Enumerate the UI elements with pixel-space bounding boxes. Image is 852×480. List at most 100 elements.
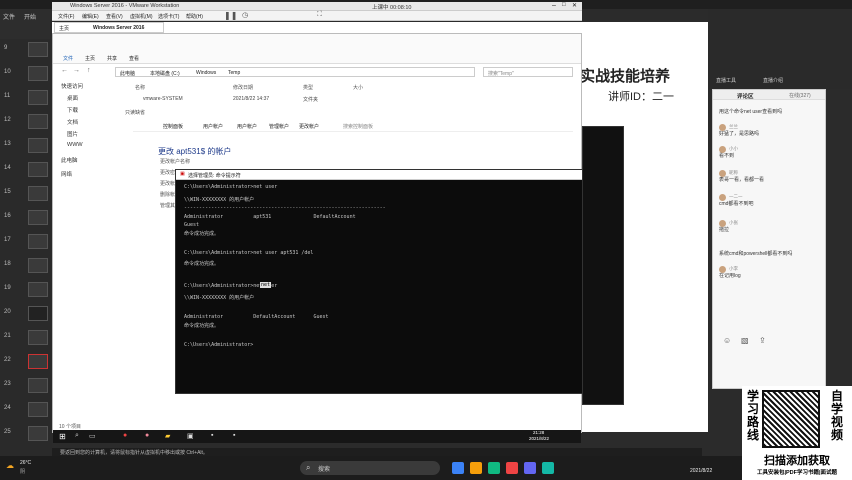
comment-item: 系统cmd和powershell都看不到吗 xyxy=(719,251,793,257)
powerpoint-icon[interactable] xyxy=(506,462,518,474)
back-arrow-icon[interactable]: ← xyxy=(61,67,68,74)
menu-help[interactable]: 帮助(H) xyxy=(186,13,203,20)
tab-home[interactable]: 主页 xyxy=(59,25,69,32)
folder-icon[interactable]: ▰ xyxy=(165,432,170,440)
host-menu-file[interactable]: 文件 xyxy=(3,12,15,21)
nav-this-pc[interactable]: 此电脑 xyxy=(61,156,78,164)
column-header-date[interactable]: 修改日期 xyxy=(233,84,253,91)
cp-link[interactable]: 更改帐户名称 xyxy=(160,158,190,165)
cmd-taskbar-icon[interactable]: ▪ xyxy=(211,432,213,439)
menu-file[interactable]: 文件(F) xyxy=(58,13,74,20)
forward-arrow-icon[interactable]: → xyxy=(73,67,80,74)
app-icon[interactable]: ▣ xyxy=(187,432,194,440)
slide-thumbnail[interactable] xyxy=(28,330,48,345)
taskbar-search-input[interactable]: ⌕ 搜索 xyxy=(300,461,440,475)
nav-network[interactable]: 网络 xyxy=(61,170,72,178)
breadcrumb-item[interactable]: 此电脑 xyxy=(120,70,135,77)
app-icon[interactable] xyxy=(488,462,500,474)
column-header-size[interactable]: 大小 xyxy=(353,84,363,91)
address-bar[interactable]: 此电脑 本地磁盘 (C:) Windows Temp xyxy=(115,67,475,77)
menu-view[interactable]: 查看(V) xyxy=(106,13,123,20)
slide-thumbnail[interactable] xyxy=(28,234,48,249)
ribbon-tab-share[interactable]: 共享 xyxy=(107,55,117,62)
fullscreen-icon[interactable]: ⛶ xyxy=(317,11,322,19)
slide-thumbnail[interactable] xyxy=(28,138,48,153)
browser-icon[interactable] xyxy=(452,462,464,474)
cp-breadcrumb[interactable]: 用户帐户 xyxy=(203,123,223,130)
nav-desktop[interactable]: 桌面 xyxy=(67,94,78,102)
host-menu-start[interactable]: 开始 xyxy=(24,12,36,21)
stream-tab-intro[interactable]: 直播介绍 xyxy=(763,77,783,84)
column-header-type[interactable]: 类型 xyxy=(303,84,313,91)
column-header-name[interactable]: 名称 xyxy=(135,84,145,91)
windows-start-icon[interactable]: ⊞ xyxy=(59,432,66,441)
folder-icon[interactable] xyxy=(470,462,482,474)
vmware-icon[interactable] xyxy=(524,462,536,474)
app-icon[interactable] xyxy=(542,462,554,474)
emoji-icon[interactable]: ☺ xyxy=(723,336,731,345)
nav-documents[interactable]: 文档 xyxy=(67,118,78,126)
cp-breadcrumb[interactable]: 控制面板 xyxy=(163,123,183,130)
ribbon-tab-file[interactable]: 文件 xyxy=(63,55,73,62)
cp-breadcrumb[interactable]: 管理帐户 xyxy=(269,123,289,130)
promo-cta: 扫描添加获取 xyxy=(764,455,830,467)
snapshot-icon[interactable]: ◷ xyxy=(242,11,248,19)
cmd-prompt[interactable]: C:\Users\Administrator> xyxy=(184,342,253,348)
tab-vm[interactable]: Windows Server 2016 xyxy=(93,25,144,31)
cp-breadcrumb[interactable]: 更改帐户 xyxy=(299,123,319,130)
slide-thumbnail[interactable] xyxy=(28,378,48,393)
up-arrow-icon[interactable]: ↑ xyxy=(87,67,91,74)
menu-edit[interactable]: 编辑(E) xyxy=(82,13,99,20)
slide-thumbnail[interactable] xyxy=(28,258,48,273)
nav-quick-access[interactable]: 快速访问 xyxy=(61,82,83,90)
ribbon-tab-view[interactable]: 查看 xyxy=(129,55,139,62)
vm-screen[interactable]: 文件 主页 共享 查看 ← → ↑ 此电脑 本地磁盘 (C:) Windows … xyxy=(52,33,583,443)
file-name-cell[interactable]: vmware-SYSTEM xyxy=(143,96,183,102)
chrome-icon[interactable]: ● xyxy=(123,432,127,439)
menu-tabs[interactable]: 选项卡(T) xyxy=(158,13,179,20)
cmd-line: Administrator apt531 DefaultAccount xyxy=(184,214,356,220)
share-icon[interactable]: ⇪ xyxy=(759,336,766,345)
maximize-icon[interactable]: □ xyxy=(562,2,566,8)
app-icon[interactable]: ● xyxy=(145,432,149,439)
cp-breadcrumb[interactable]: 用户帐户 xyxy=(237,123,257,130)
slide-thumbnail[interactable] xyxy=(28,90,48,105)
slide-thumbnail[interactable] xyxy=(28,210,48,225)
nav-pictures[interactable]: 图片 xyxy=(67,130,78,138)
image-icon[interactable]: ▧ xyxy=(741,336,749,345)
pause-icon[interactable]: ❚❚ xyxy=(224,11,237,20)
nav-www[interactable]: WWW xyxy=(67,142,83,148)
qr-code xyxy=(762,390,820,448)
menu-vm[interactable]: 虚拟机(M) xyxy=(130,13,153,20)
host-ribbon: 文件 开始 xyxy=(0,9,50,39)
breadcrumb-item[interactable]: Windows xyxy=(196,70,216,76)
slide-thumbnail[interactable] xyxy=(28,402,48,417)
cmd-window[interactable]: ▣ 选择管理员: 命令提示符 C:\Users\Administrator>ne… xyxy=(175,169,583,394)
slide-thumbnail[interactable] xyxy=(28,162,48,177)
minimize-icon[interactable]: – xyxy=(552,2,556,9)
app-icon[interactable]: ▪ xyxy=(233,432,235,439)
slide-thumbnail-selected[interactable] xyxy=(28,354,48,369)
cmd-line: \\WIN-XXXXXXXX 的用户帐户 xyxy=(184,197,255,203)
slide-thumbnail[interactable] xyxy=(28,66,48,81)
cmd-line: 命令成功完成。 xyxy=(184,261,220,267)
stream-tab-tools[interactable]: 直播工具 xyxy=(716,77,736,84)
ribbon-tab-home[interactable]: 主页 xyxy=(85,55,95,62)
slide-thumbnail[interactable] xyxy=(28,186,48,201)
slide-thumbnail[interactable] xyxy=(28,282,48,297)
search-icon[interactable]: ⌕ xyxy=(75,432,79,440)
weather-icon[interactable]: ☁ xyxy=(6,461,14,470)
task-view-icon[interactable]: ▭ xyxy=(89,432,96,440)
slide-thumbnail[interactable] xyxy=(28,114,48,129)
cp-search-input[interactable]: 搜索控制面板 xyxy=(343,123,373,130)
slide-thumbnail[interactable] xyxy=(28,426,48,441)
breadcrumb-item[interactable]: Temp xyxy=(228,70,240,76)
nav-downloads[interactable]: 下载 xyxy=(67,106,78,114)
slide-number: 15 xyxy=(4,189,11,195)
slide-thumbnail[interactable] xyxy=(28,306,48,321)
explorer-search-input[interactable]: 搜索"Temp" xyxy=(483,67,573,77)
close-icon[interactable]: ✕ xyxy=(572,2,577,9)
slide-thumbnail[interactable] xyxy=(28,42,48,57)
overlay-window[interactable] xyxy=(582,126,624,405)
breadcrumb-item[interactable]: 本地磁盘 (C:) xyxy=(150,70,180,77)
